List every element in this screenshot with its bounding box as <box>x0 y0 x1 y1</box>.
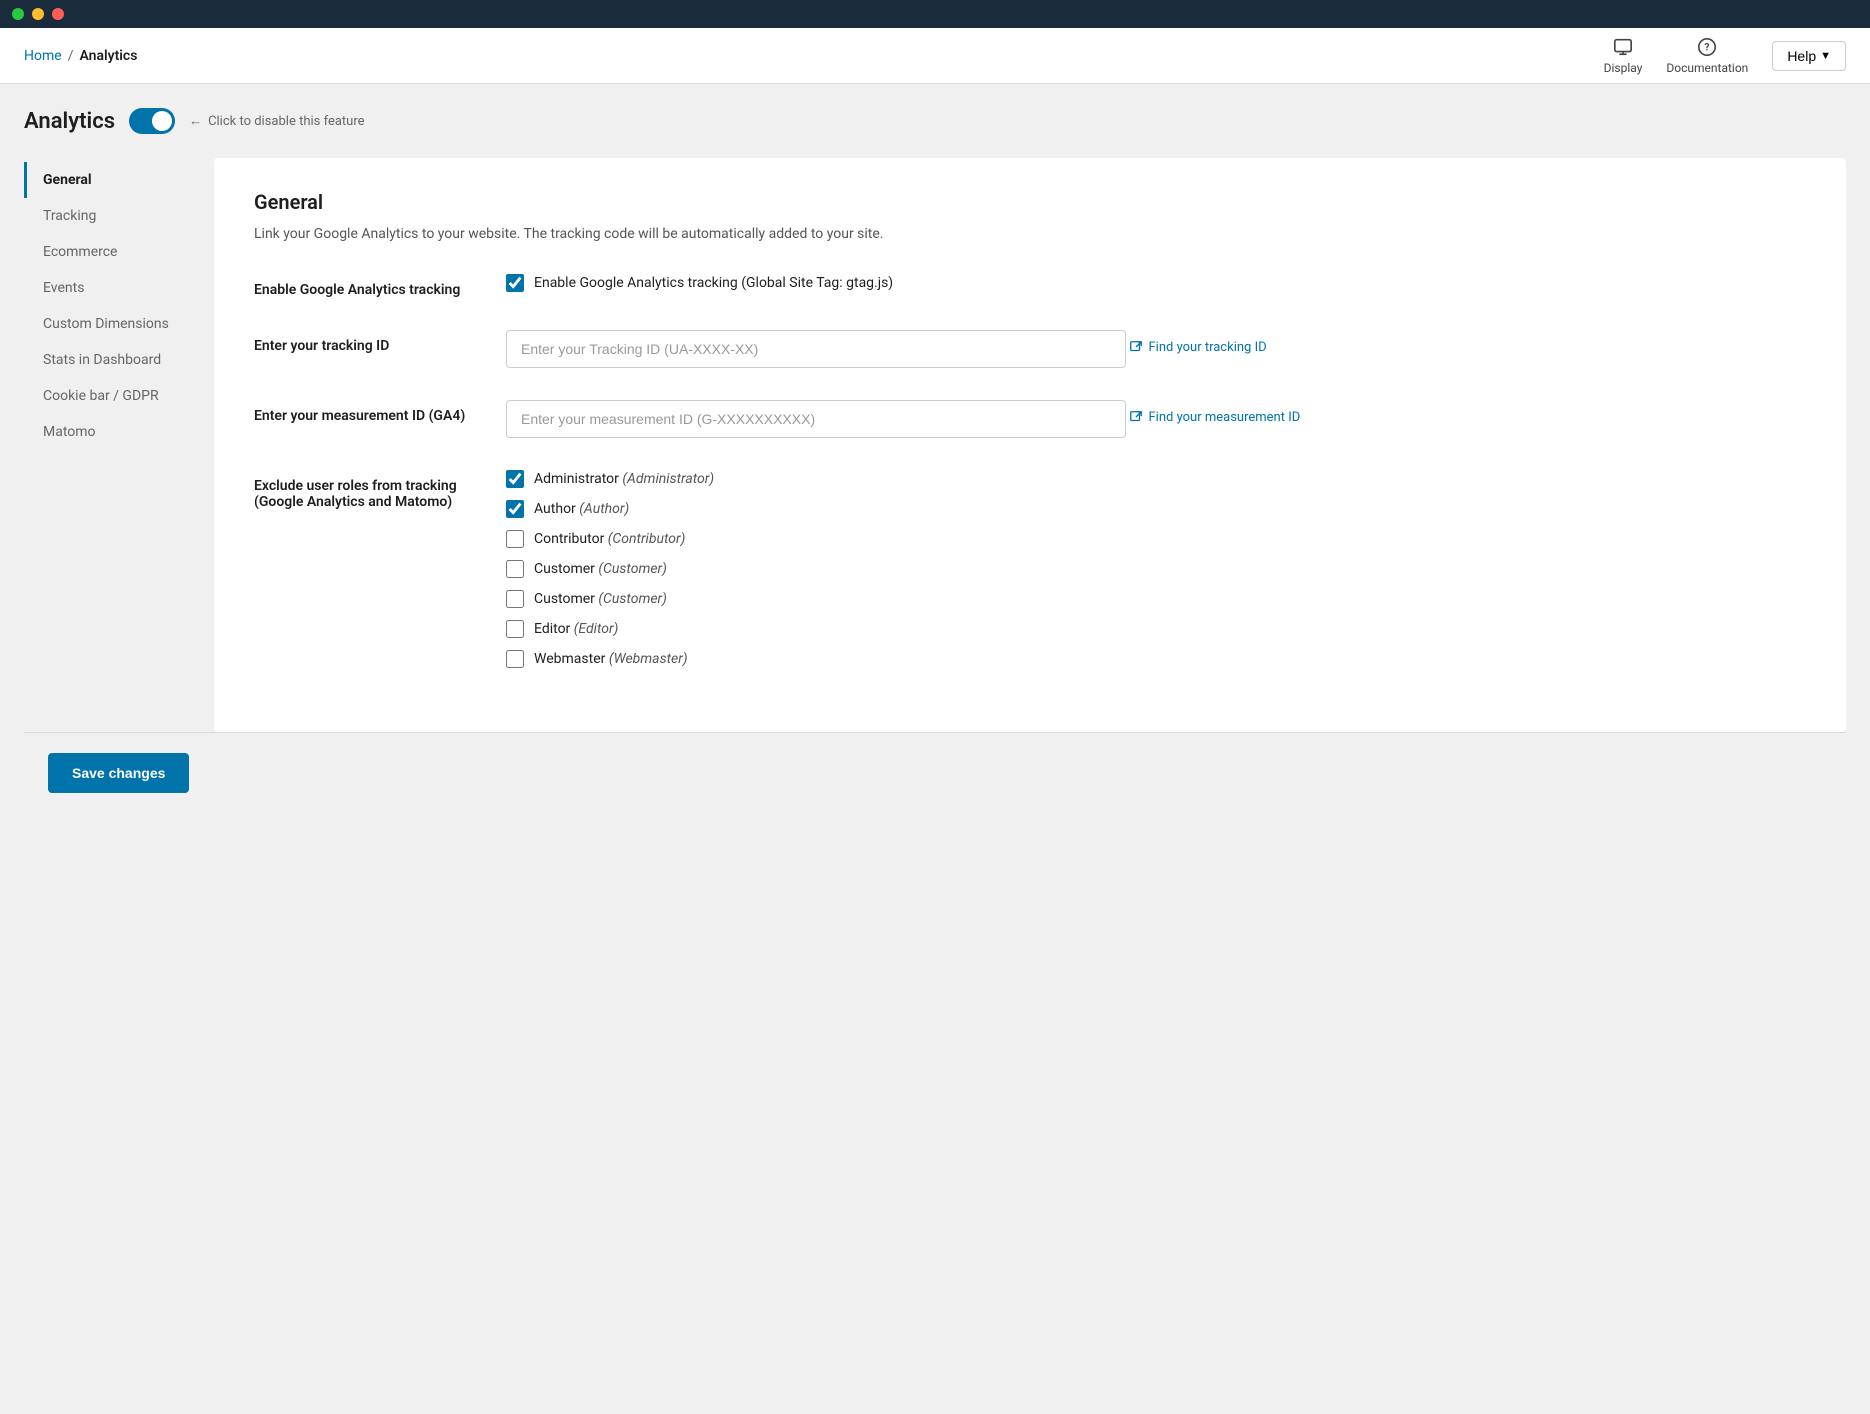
role-customer1-checkbox[interactable] <box>506 560 524 578</box>
disable-hint-text: Click to disable this feature <box>208 114 364 129</box>
sidebar-item-events[interactable]: Events <box>24 270 214 306</box>
find-tracking-id-text: Find your tracking ID <box>1148 340 1266 355</box>
save-changes-button[interactable]: Save changes <box>48 753 189 793</box>
role-customer2-item: Customer (Customer) <box>506 590 1806 608</box>
find-measurement-id-text: Find your measurement ID <box>1148 410 1300 425</box>
breadcrumb-current: Analytics <box>79 48 137 64</box>
role-author-checkbox[interactable] <box>506 500 524 518</box>
section-description: Link your Google Analytics to your websi… <box>254 226 1806 242</box>
sidebar-item-ecommerce[interactable]: Ecommerce <box>24 234 214 270</box>
top-nav-right: Display ? Documentation Help ▼ <box>1604 36 1846 75</box>
section-title: General <box>254 190 1806 214</box>
find-measurement-id-link[interactable]: Find your measurement ID <box>1129 410 1300 425</box>
sidebar-item-custom-dimensions[interactable]: Custom Dimensions <box>24 306 214 342</box>
enable-ga-control: Enable Google Analytics tracking (Global… <box>506 274 1806 292</box>
role-contributor-label: Contributor (Contributor) <box>534 531 685 547</box>
traffic-light-red <box>52 8 64 20</box>
enable-ga-checkbox-label: Enable Google Analytics tracking (Global… <box>534 275 893 291</box>
display-icon <box>1612 36 1634 58</box>
role-author-item: Author (Author) <box>506 500 1806 518</box>
exclude-roles-label: Exclude user roles from tracking (Google… <box>254 470 474 510</box>
exclude-roles-control: Administrator (Administrator) Author (Au… <box>506 470 1806 668</box>
breadcrumb-home[interactable]: Home <box>24 48 62 64</box>
breadcrumb: Home / Analytics <box>24 48 137 64</box>
measurement-id-label: Enter your measurement ID (GA4) <box>254 400 474 424</box>
role-administrator-label: Administrator (Administrator) <box>534 471 714 487</box>
role-contributor-italic: (Contributor) <box>608 531 686 547</box>
display-nav-btn[interactable]: Display <box>1604 36 1643 75</box>
help-button[interactable]: Help ▼ <box>1772 41 1846 71</box>
toggle-slider <box>129 108 175 134</box>
sidebar-item-stats-in-dashboard[interactable]: Stats in Dashboard <box>24 342 214 378</box>
sidebar-item-general[interactable]: General <box>24 162 214 198</box>
role-webmaster-italic: (Webmaster) <box>609 651 688 667</box>
content-area: General Tracking Ecommerce Events Custom… <box>24 158 1846 732</box>
top-nav: Home / Analytics Display ? Documentation <box>0 28 1870 84</box>
role-editor-italic: (Editor) <box>574 621 619 637</box>
role-webmaster-item: Webmaster (Webmaster) <box>506 650 1806 668</box>
sidebar-item-tracking[interactable]: Tracking <box>24 198 214 234</box>
sidebar-item-cookie-bar-gdpr[interactable]: Cookie bar / GDPR <box>24 378 214 414</box>
role-customer2-checkbox[interactable] <box>506 590 524 608</box>
save-bar: Save changes <box>24 732 1846 813</box>
tracking-id-label: Enter your tracking ID <box>254 330 474 354</box>
traffic-light-green <box>12 8 24 20</box>
enable-ga-checkbox-row: Enable Google Analytics tracking (Global… <box>506 274 1806 292</box>
role-editor-label: Editor (Editor) <box>534 621 618 637</box>
role-customer2-italic: (Customer) <box>598 591 666 607</box>
exclude-roles-row: Exclude user roles from tracking (Google… <box>254 470 1806 668</box>
breadcrumb-separator: / <box>68 48 74 64</box>
tracking-id-input[interactable] <box>506 330 1126 368</box>
role-webmaster-label: Webmaster (Webmaster) <box>534 651 688 667</box>
role-customer1-label: Customer (Customer) <box>534 561 667 577</box>
analytics-header: Analytics ← Click to disable this featur… <box>24 108 1846 134</box>
page-wrapper: Analytics ← Click to disable this featur… <box>0 84 1870 837</box>
documentation-nav-btn[interactable]: ? Documentation <box>1666 36 1748 75</box>
role-contributor-item: Contributor (Contributor) <box>506 530 1806 548</box>
tracking-id-row: Enter your tracking ID Find your trackin… <box>254 330 1806 368</box>
find-tracking-id-link[interactable]: Find your tracking ID <box>1129 340 1266 355</box>
arrow-left-icon: ← <box>189 113 202 129</box>
measurement-id-input[interactable] <box>506 400 1126 438</box>
role-author-italic: (Author) <box>579 501 629 517</box>
measurement-id-control: Find your measurement ID <box>506 400 1806 438</box>
help-label: Help <box>1787 48 1816 64</box>
role-editor-checkbox[interactable] <box>506 620 524 638</box>
role-customer1-italic: (Customer) <box>598 561 666 577</box>
role-editor-item: Editor (Editor) <box>506 620 1806 638</box>
tracking-id-control: Find your tracking ID <box>506 330 1806 368</box>
role-administrator-italic: (Administrator) <box>622 471 714 487</box>
enable-ga-label: Enable Google Analytics tracking <box>254 274 474 298</box>
measurement-id-row: Enter your measurement ID (GA4) Find you… <box>254 400 1806 438</box>
sidebar: General Tracking Ecommerce Events Custom… <box>24 158 214 732</box>
disable-hint: ← Click to disable this feature <box>189 113 364 129</box>
roles-checkbox-list: Administrator (Administrator) Author (Au… <box>506 470 1806 668</box>
display-label: Display <box>1604 61 1643 75</box>
role-administrator-item: Administrator (Administrator) <box>506 470 1806 488</box>
sidebar-item-matomo[interactable]: Matomo <box>24 414 214 450</box>
analytics-page-title: Analytics <box>24 109 115 134</box>
role-author-label: Author (Author) <box>534 501 629 517</box>
role-customer1-item: Customer (Customer) <box>506 560 1806 578</box>
chevron-down-icon: ▼ <box>1820 50 1831 62</box>
role-contributor-checkbox[interactable] <box>506 530 524 548</box>
title-bar <box>0 0 1870 28</box>
enable-ga-checkbox[interactable] <box>506 274 524 292</box>
role-administrator-checkbox[interactable] <box>506 470 524 488</box>
analytics-toggle[interactable] <box>129 108 175 134</box>
role-customer2-label: Customer (Customer) <box>534 591 667 607</box>
documentation-label: Documentation <box>1666 61 1748 75</box>
enable-ga-row: Enable Google Analytics tracking Enable … <box>254 274 1806 298</box>
main-content: General Link your Google Analytics to yo… <box>214 158 1846 732</box>
svg-text:?: ? <box>1705 43 1710 54</box>
documentation-icon: ? <box>1696 36 1718 58</box>
role-webmaster-checkbox[interactable] <box>506 650 524 668</box>
traffic-light-yellow <box>32 8 44 20</box>
